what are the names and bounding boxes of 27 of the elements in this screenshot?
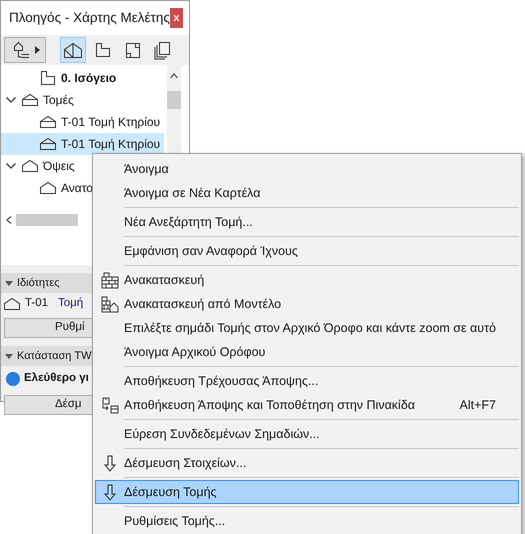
- menu-label: Ρυθμίσεις Τομής...: [124, 512, 226, 530]
- tree-label: T-01 Τομή Κτηρίου: [61, 136, 160, 153]
- section-name: Τομή: [58, 296, 84, 312]
- section-title: Κατάσταση TW: [17, 348, 92, 364]
- menu-label: Άνοιγμα: [124, 160, 170, 178]
- menu-label: Αποθήκευση Άποψης και Τοποθέτηση στην Πινακίδα: [124, 396, 416, 414]
- menu-label: Εμφάνιση σαν Αναφορά Ίχνους: [124, 242, 299, 260]
- menu-label: Άνοιγμα σε Νέα Καρτέλα: [124, 184, 262, 202]
- window-title: Πλοηγός - Χάρτης Μελέτης: [9, 8, 170, 27]
- status-text: Ελεύθερο γι: [24, 371, 89, 386]
- menu-label: Άνοιγμα Αρχικού Ορόφου: [124, 344, 266, 361]
- menu-label: Επιλέξτε σημάδι Τομής στον Αρχικό Όροφο και κάντε zoom σε αυτό: [124, 320, 498, 337]
- tree-label: Τομές: [43, 92, 74, 109]
- menu-label: Αποθήκευση Τρέχουσας Άποψης...: [124, 372, 320, 390]
- shortcut-label: Alt+F7: [460, 396, 496, 414]
- menu-label: Ανακατασκευή: [124, 272, 206, 289]
- section-title: Ιδιότητες: [17, 276, 60, 291]
- tree-label: 0. Ισόγειο: [61, 70, 116, 87]
- menu-label: Ανακατασκευή από Μοντέλο: [124, 296, 282, 313]
- section-id: T-01: [25, 296, 48, 312]
- tree-label: T-01 Τομή Κτηρίου: [61, 114, 160, 131]
- tree-label: Όψεις: [43, 158, 75, 175]
- menu-label: Δέσμευση Στοιχείων...: [124, 454, 248, 472]
- menu-label: Νέα Ανεξάρτητη Τομή...: [124, 214, 254, 231]
- menu-label: Δέσμευση Τομής: [124, 484, 218, 501]
- menu-label: Εύρεση Συνδεδεμένων Σημαδιών...: [124, 426, 321, 443]
- tree-label: Ανατο: [61, 180, 93, 197]
